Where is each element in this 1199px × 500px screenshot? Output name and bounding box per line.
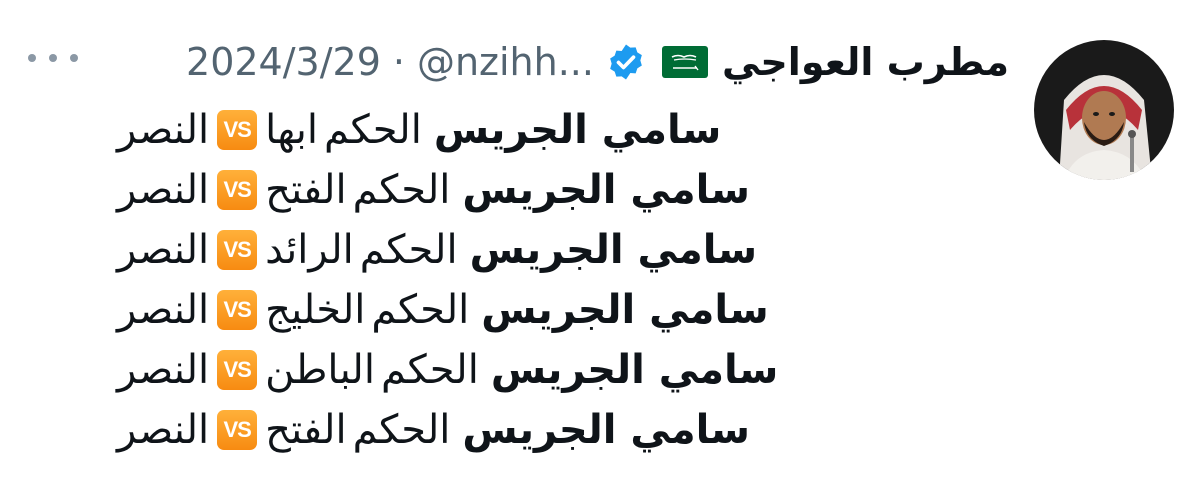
team-b: الرائد <box>265 227 354 273</box>
vs-emoji-icon: VS <box>217 350 258 390</box>
tweet-date[interactable]: 2024/3/29 <box>186 40 381 84</box>
role-label: الحكم <box>371 287 470 333</box>
team-b: الباطن <box>265 347 375 393</box>
team-a: النصر <box>117 287 210 333</box>
author-handle[interactable]: @nzihh... <box>417 40 594 84</box>
referee-name: سامي الجريس <box>490 347 779 393</box>
team-b: الفتح <box>265 407 347 453</box>
team-a: النصر <box>117 227 210 273</box>
team-a: النصر <box>117 167 210 213</box>
role-label: الحكم <box>380 347 479 393</box>
tweet-header: مطرب العواجي @nzihh... · 2024/3/29 <box>186 34 1009 90</box>
tweet-line: النصر VS الخليج الحكم سامي الجريس <box>109 280 1009 340</box>
vs-emoji-icon: VS <box>217 170 258 210</box>
role-label: الحكم <box>352 167 451 213</box>
tweet-text: النصر VS ابها الحكم سامي الجريس النصر VS… <box>109 100 1009 460</box>
tweet-line: النصر VS ابها الحكم سامي الجريس <box>109 100 1009 160</box>
referee-name: سامي الجريس <box>469 227 758 273</box>
tweet-line: النصر VS الباطن الحكم سامي الجريس <box>109 340 1009 400</box>
team-a: النصر <box>117 407 210 453</box>
more-options-icon[interactable] <box>28 48 78 68</box>
team-a: النصر <box>117 107 210 153</box>
team-b: ابها <box>265 107 319 153</box>
referee-name: سامي الجريس <box>433 107 722 153</box>
role-label: الحكم <box>359 227 458 273</box>
vs-emoji-icon: VS <box>217 410 258 450</box>
tweet[interactable]: مطرب العواجي @nzihh... · 2024/3/29 النصر <box>0 0 1199 500</box>
tweet-line: النصر VS الرائد الحكم سامي الجريس <box>109 220 1009 280</box>
vs-emoji-icon: VS <box>217 230 258 270</box>
vs-emoji-icon: VS <box>217 110 258 150</box>
avatar-image <box>1034 40 1174 180</box>
team-b: الخليج <box>265 287 366 333</box>
author-display-name[interactable]: مطرب العواجي <box>722 40 1009 84</box>
role-label: الحكم <box>324 107 422 153</box>
referee-name: سامي الجريس <box>462 407 750 453</box>
referee-name: سامي الجريس <box>462 167 750 213</box>
verified-badge-icon <box>606 42 646 82</box>
referee-name: سامي الجريس <box>481 287 769 333</box>
team-b: الفتح <box>265 167 347 213</box>
vs-emoji-icon: VS <box>217 290 258 330</box>
saudi-flag-icon <box>661 46 708 78</box>
role-label: الحكم <box>352 407 451 453</box>
header-separator: · <box>392 40 405 84</box>
tweet-line: النصر VS الفتح الحكم سامي الجريس <box>109 160 1009 220</box>
avatar[interactable] <box>1034 40 1174 180</box>
tweet-line: النصر VS الفتح الحكم سامي الجريس <box>109 400 1009 460</box>
team-a: النصر <box>117 347 210 393</box>
